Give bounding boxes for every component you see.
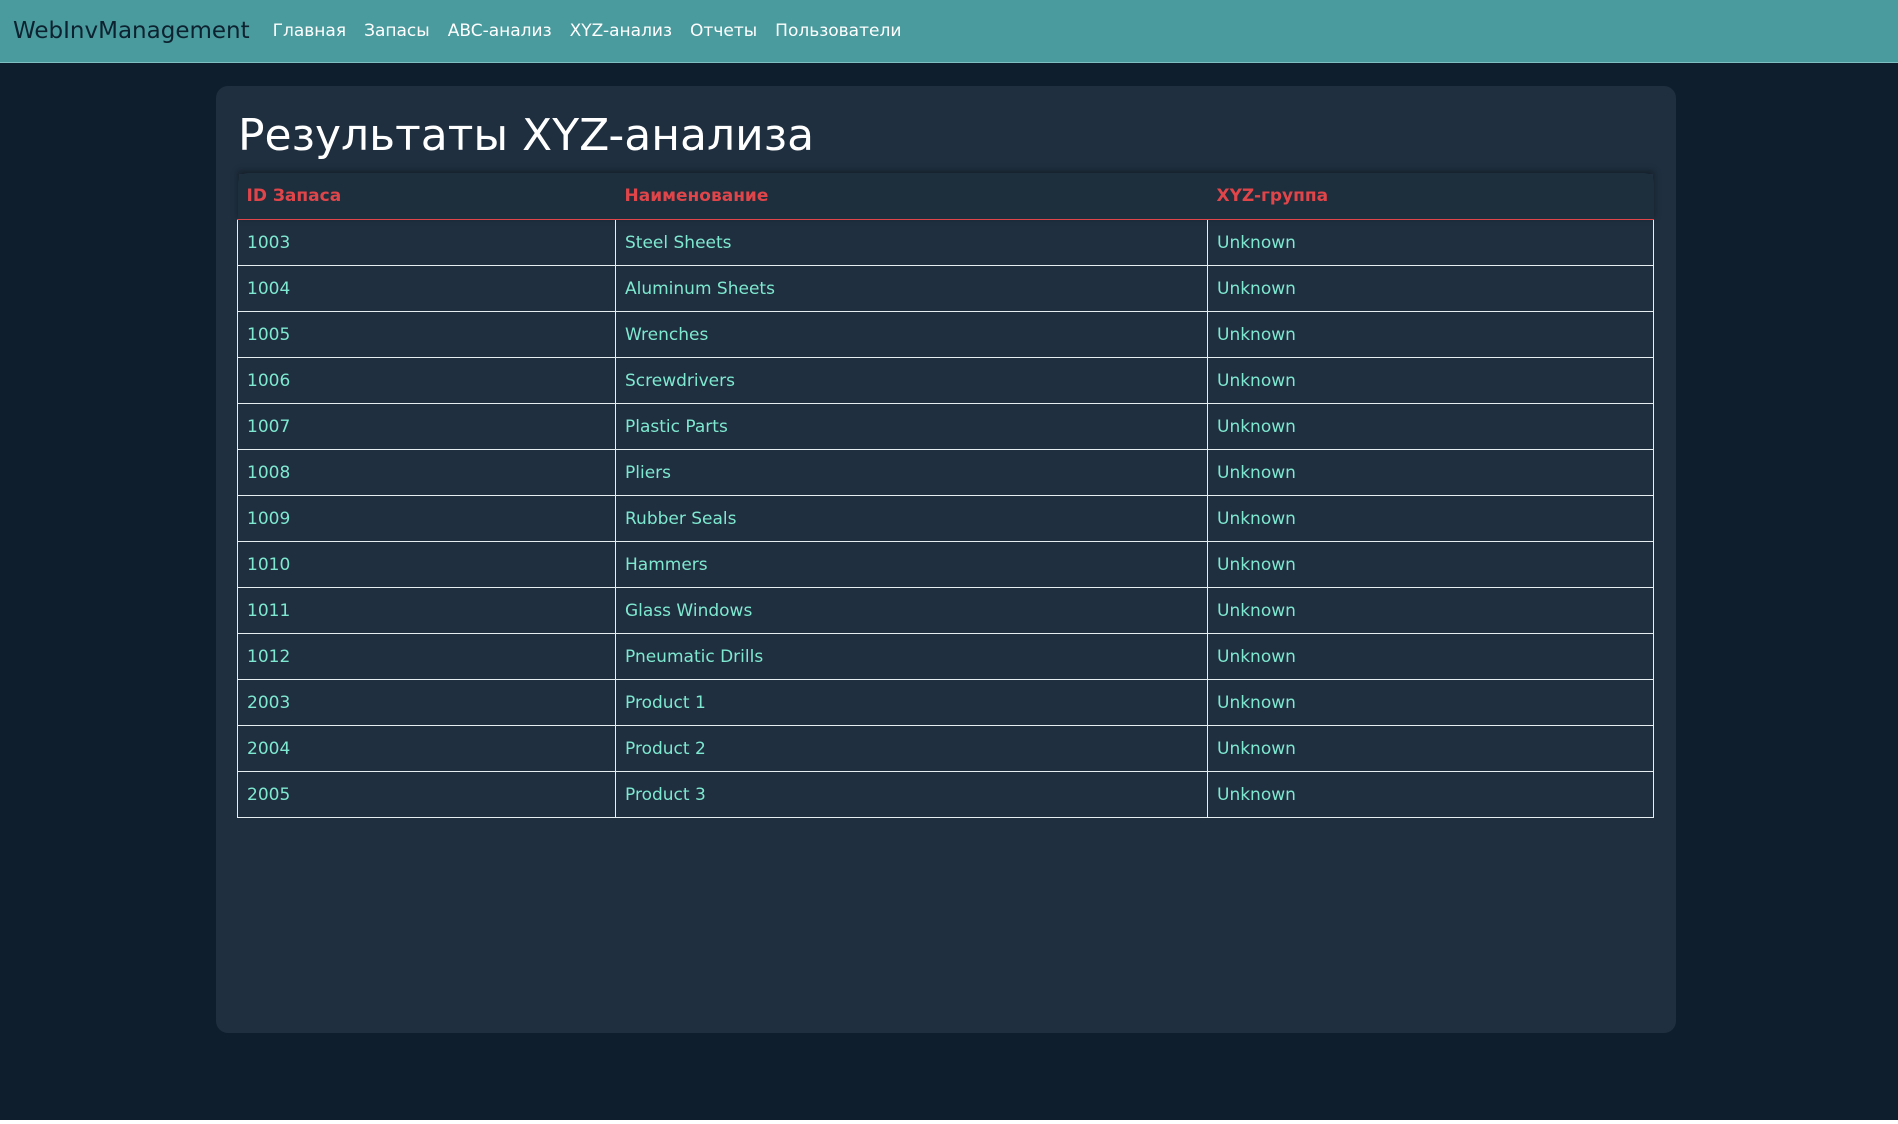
cell-item-name: Plastic Parts	[615, 403, 1208, 450]
table-row: 1012 Pneumatic Drills Unknown	[237, 633, 1654, 680]
cell-xyz-group: Unknown	[1207, 357, 1654, 404]
cell-item-name: Screwdrivers	[615, 357, 1208, 404]
table-row: 1008 Pliers Unknown	[237, 449, 1654, 496]
cell-item-name: Steel Sheets	[615, 219, 1208, 266]
cell-item-name: Aluminum Sheets	[615, 265, 1208, 312]
table-row: 2004 Product 2 Unknown	[237, 725, 1654, 772]
table-row: 2003 Product 1 Unknown	[237, 679, 1654, 726]
cell-inventory-id: 1004	[237, 265, 616, 312]
xyz-results-table: ID Запаса Наименование XYZ-группа 1003 St…	[237, 173, 1654, 818]
cell-xyz-group: Unknown	[1207, 725, 1654, 772]
table-row: 1009 Rubber Seals Unknown	[237, 495, 1654, 542]
table-row: 1010 Hammers Unknown	[237, 541, 1654, 588]
column-header-name: Наименование	[615, 173, 1208, 220]
cell-inventory-id: 2003	[237, 679, 616, 726]
nav-link-home[interactable]: Главная	[264, 21, 355, 41]
cell-inventory-id: 1005	[237, 311, 616, 358]
cell-item-name: Rubber Seals	[615, 495, 1208, 542]
table-row: 1004 Aluminum Sheets Unknown	[237, 265, 1654, 312]
cell-inventory-id: 1011	[237, 587, 616, 634]
table-row: 1005 Wrenches Unknown	[237, 311, 1654, 358]
cell-item-name: Hammers	[615, 541, 1208, 588]
nav-link-reports[interactable]: Отчеты	[681, 21, 766, 41]
cell-xyz-group: Unknown	[1207, 449, 1654, 496]
column-header-xyz-group: XYZ-группа	[1207, 173, 1654, 220]
cell-item-name: Product 3	[615, 771, 1208, 818]
table-row: 2005 Product 3 Unknown	[237, 771, 1654, 818]
cell-inventory-id: 1012	[237, 633, 616, 680]
column-header-id: ID Запаса	[237, 173, 616, 220]
cell-xyz-group: Unknown	[1207, 633, 1654, 680]
cell-xyz-group: Unknown	[1207, 495, 1654, 542]
nav-links: Главная Запасы ABC-анализ XYZ-анализ Отч…	[264, 21, 911, 41]
brand-logo-link[interactable]: WebInvManagement	[13, 18, 250, 44]
cell-item-name: Wrenches	[615, 311, 1208, 358]
table-row: 1003 Steel Sheets Unknown	[237, 219, 1654, 266]
cell-inventory-id: 1003	[237, 219, 616, 266]
cell-xyz-group: Unknown	[1207, 679, 1654, 726]
cell-item-name: Product 1	[615, 679, 1208, 726]
cell-xyz-group: Unknown	[1207, 265, 1654, 312]
nav-link-users[interactable]: Пользователи	[766, 21, 910, 41]
page-title: Результаты XYZ-анализа	[238, 110, 815, 161]
nav-link-xyz-analysis[interactable]: XYZ-анализ	[561, 21, 681, 41]
cell-xyz-group: Unknown	[1207, 541, 1654, 588]
cell-xyz-group: Unknown	[1207, 219, 1654, 266]
nav-link-inventory[interactable]: Запасы	[355, 21, 439, 41]
table-body: 1003 Steel Sheets Unknown 1004 Aluminum Shee…	[237, 219, 1654, 818]
cell-xyz-group: Unknown	[1207, 771, 1654, 818]
cell-item-name: Glass Windows	[615, 587, 1208, 634]
table-row: 1006 Screwdrivers Unknown	[237, 357, 1654, 404]
cell-xyz-group: Unknown	[1207, 311, 1654, 358]
table-row: 1011 Glass Windows Unknown	[237, 587, 1654, 634]
cell-inventory-id: 1009	[237, 495, 616, 542]
table-row: 1007 Plastic Parts Unknown	[237, 403, 1654, 450]
cell-item-name: Pliers	[615, 449, 1208, 496]
table-header-row: ID Запаса Наименование XYZ-группа	[237, 173, 1654, 220]
cell-inventory-id: 1010	[237, 541, 616, 588]
cell-xyz-group: Unknown	[1207, 587, 1654, 634]
cell-inventory-id: 1006	[237, 357, 616, 404]
cell-item-name: Pneumatic Drills	[615, 633, 1208, 680]
cell-inventory-id: 1007	[237, 403, 616, 450]
cell-xyz-group: Unknown	[1207, 403, 1654, 450]
cell-inventory-id: 1008	[237, 449, 616, 496]
page-background: WebInvManagement Главная Запасы ABC-анал…	[0, 0, 1898, 1120]
cell-item-name: Product 2	[615, 725, 1208, 772]
content-card: Результаты XYZ-анализа ID Запаса Наимено…	[216, 86, 1676, 1033]
cell-inventory-id: 2005	[237, 771, 616, 818]
top-navbar: WebInvManagement Главная Запасы ABC-анал…	[0, 0, 1898, 63]
nav-link-abc-analysis[interactable]: ABC-анализ	[439, 21, 561, 41]
table-header: ID Запаса Наименование XYZ-группа	[237, 173, 1654, 220]
cell-inventory-id: 2004	[237, 725, 616, 772]
xyz-results-table-wrapper: ID Запаса Наименование XYZ-группа 1003 St…	[237, 173, 1654, 818]
